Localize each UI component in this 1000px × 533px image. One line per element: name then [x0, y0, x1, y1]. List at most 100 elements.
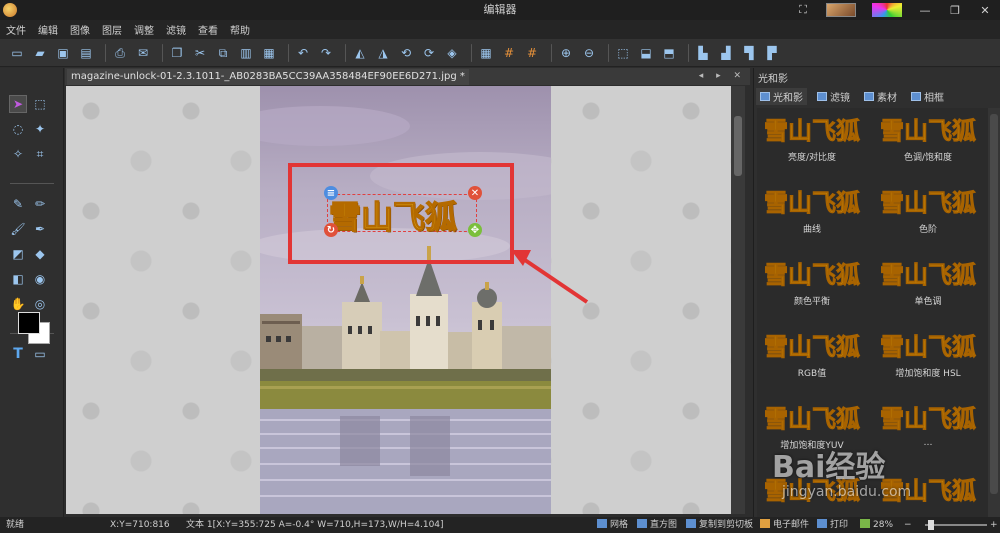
brush-icon[interactable]: 🖌 — [10, 221, 26, 237]
copy-window-icon[interactable]: ❐ — [168, 44, 186, 62]
palette-icon[interactable] — [872, 3, 902, 17]
tab-filters[interactable]: 滤镜 — [813, 88, 854, 105]
zoom-slider[interactable] — [925, 524, 987, 526]
new-file-icon[interactable]: ▭ — [8, 44, 26, 62]
rotate-right-icon[interactable]: ⟳ — [420, 44, 438, 62]
cursor-coordinates: X:Y=710:816 — [110, 520, 170, 530]
red-eye-icon[interactable]: ◎ — [32, 296, 48, 312]
free-rotate-icon[interactable]: ◈ — [443, 44, 461, 62]
pointer-icon[interactable]: ➤ — [9, 95, 27, 113]
toolbar-separator — [688, 43, 689, 62]
zoom-out-button[interactable]: − — [904, 517, 912, 533]
zoom-out-icon[interactable]: ⊖ — [580, 44, 598, 62]
lasso-icon[interactable]: ◌ — [10, 121, 26, 137]
crop-icon[interactable]: ⌗ — [32, 146, 48, 162]
effect-preset[interactable]: 雪山飞狐 亮度/对比度 — [757, 114, 867, 184]
grid-toggle[interactable]: 网格 — [597, 517, 628, 533]
document-nav-controls[interactable]: ◂ ▸ ✕ — [699, 68, 746, 85]
copy-icon[interactable]: ⧉ — [214, 44, 232, 62]
document-tab-bar: magazine-unlock-01-2.3.1011-_AB0283BA5CC… — [65, 68, 750, 85]
redo-icon[interactable]: ↷ — [317, 44, 335, 62]
effect-preset[interactable]: 雪山飞狐 增加饱和度 HSL — [873, 330, 983, 400]
scrollbar-thumb[interactable] — [734, 116, 742, 176]
align-center-icon[interactable]: ▟ — [717, 44, 735, 62]
menu-image[interactable]: 图像 — [70, 22, 90, 37]
fullscreen-button[interactable]: ⛶ — [788, 3, 818, 17]
close-button[interactable]: ✕ — [970, 4, 1000, 17]
zoom-in-button[interactable]: + — [990, 517, 998, 533]
glyph: ⊖ — [583, 45, 595, 60]
paste-new-icon[interactable]: ▦ — [260, 44, 278, 62]
pencil-icon[interactable]: ✏ — [32, 196, 48, 212]
print-button[interactable]: 打印 — [817, 517, 848, 533]
scrollbar-thumb[interactable] — [990, 114, 998, 494]
smudge-icon[interactable]: ✋ — [10, 296, 26, 312]
align-icon[interactable]: ⬓ — [637, 44, 655, 62]
effect-preset[interactable]: 雪山飞狐 色调/饱和度 — [873, 114, 983, 184]
effect-preset[interactable]: 雪山飞狐 RGB值 — [757, 330, 867, 400]
eraser-icon[interactable]: ◩ — [10, 246, 26, 262]
effect-preset[interactable]: 雪山飞狐 单色调 — [873, 258, 983, 328]
zoom-slider-knob[interactable] — [928, 520, 934, 530]
magic-wand-icon[interactable]: ✦ — [32, 121, 48, 137]
effect-preset[interactable]: 雪山飞狐 色阶 — [873, 186, 983, 256]
grid-icon[interactable]: ▦ — [477, 44, 495, 62]
grid-hash-icon[interactable]: # — [500, 44, 518, 62]
email-button[interactable]: 电子邮件 — [760, 517, 809, 533]
effect-preset[interactable]: 雪山飞狐 曲线 — [757, 186, 867, 256]
email-icon[interactable]: ✉ — [134, 44, 152, 62]
distribute-icon[interactable]: ⬒ — [660, 44, 678, 62]
effect-thumbnail: 雪山飞狐 — [764, 332, 861, 362]
polygon-lasso-icon[interactable]: ✧ — [10, 146, 26, 162]
menu-edit[interactable]: 编辑 — [38, 22, 58, 37]
save-as-icon[interactable]: ▤ — [77, 44, 95, 62]
shape-tool-icon[interactable]: ▭ — [32, 346, 48, 362]
effect-preset[interactable]: 雪山飞狐 颜色平衡 — [757, 258, 867, 328]
save-icon[interactable]: ▣ — [54, 44, 72, 62]
flip-horizontal-icon[interactable]: ◭ — [351, 44, 369, 62]
select-move-icon[interactable]: ⬚ — [614, 44, 632, 62]
align-left-icon[interactable]: ▙ — [694, 44, 712, 62]
zoom-in-icon[interactable]: ⊕ — [557, 44, 575, 62]
paste-icon[interactable]: ▥ — [237, 44, 255, 62]
tab-frames[interactable]: 相框 — [907, 88, 948, 105]
main-toolbar: ▭ ▰ ▣ ▤ ⎙ ✉ ❐ ✂ ⧉ ▥ ▦ ↶ ↷ ◭ ◮ ⟲ ⟳ ◈ ▦ # # ⊕ ⊖ ⬚ ⬓ ⬒ ▙ ▟ ▜ ▛ — [0, 39, 1000, 67]
grid-hash-alt-icon[interactable]: # — [523, 44, 541, 62]
print-label: 打印 — [830, 520, 849, 530]
clone-icon[interactable]: ◉ — [32, 271, 48, 287]
undo-icon[interactable]: ↶ — [294, 44, 312, 62]
open-folder-icon[interactable]: ▰ — [31, 44, 49, 62]
foreground-color-swatch[interactable] — [18, 312, 40, 334]
text-tool-icon[interactable]: T — [10, 346, 26, 362]
menu-layer[interactable]: 图层 — [102, 22, 122, 37]
airbrush-icon[interactable]: ✒ — [32, 221, 48, 237]
cut-icon[interactable]: ✂ — [191, 44, 209, 62]
eyedropper-icon[interactable]: ✎ — [10, 196, 26, 212]
toolbar-separator — [345, 43, 346, 62]
minimize-button[interactable]: — — [910, 4, 940, 17]
tab-icon — [911, 92, 921, 101]
tab-materials[interactable]: 素材 — [860, 88, 901, 105]
marquee-icon[interactable]: ⬚ — [32, 96, 48, 112]
menu-view[interactable]: 查看 — [198, 22, 218, 37]
copy-to-clipboard-button[interactable]: 复制到剪切板 — [686, 517, 753, 533]
document-tab[interactable]: magazine-unlock-01-2.3.1011-_AB0283BA5CC… — [67, 69, 469, 85]
drop-icon[interactable]: ◆ — [32, 246, 48, 262]
histogram-toggle[interactable]: 直方图 — [637, 517, 677, 533]
canvas-vertical-scrollbar[interactable] — [731, 86, 745, 514]
align-right-icon[interactable]: ▜ — [740, 44, 758, 62]
print-icon[interactable]: ⎙ — [111, 44, 129, 62]
menu-file[interactable]: 文件 — [6, 22, 26, 37]
user-avatar[interactable] — [826, 3, 856, 17]
flip-vertical-icon[interactable]: ◮ — [374, 44, 392, 62]
tab-light-shadow[interactable]: 光和影 — [756, 88, 807, 105]
menu-adjust[interactable]: 调整 — [134, 22, 154, 37]
effect-label: RGB值 — [797, 369, 827, 379]
restore-button[interactable]: ❐ — [940, 4, 970, 17]
align-bottom-icon[interactable]: ▛ — [763, 44, 781, 62]
rotate-left-icon[interactable]: ⟲ — [397, 44, 415, 62]
menu-filter[interactable]: 滤镜 — [166, 22, 186, 37]
menu-help[interactable]: 帮助 — [230, 22, 250, 37]
fill-icon[interactable]: ◧ — [10, 271, 26, 287]
panel-scrollbar[interactable] — [988, 108, 1000, 517]
